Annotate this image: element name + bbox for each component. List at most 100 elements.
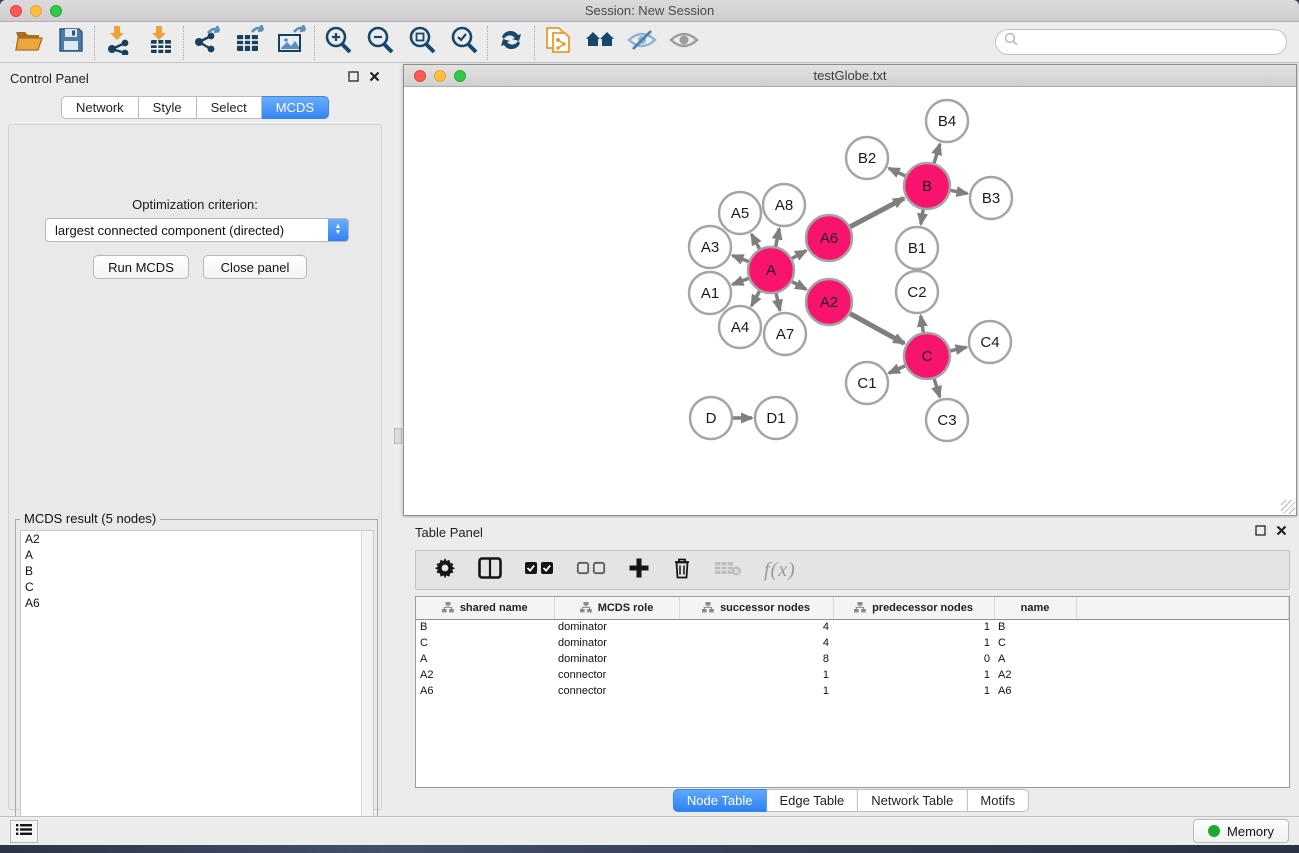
table-cell[interactable]: A bbox=[994, 651, 1076, 667]
float-panel-icon[interactable] bbox=[348, 69, 359, 87]
close-panel-button[interactable]: Close panel bbox=[203, 255, 307, 279]
tab-motifs[interactable]: Motifs bbox=[967, 789, 1029, 812]
graph-node-C2[interactable]: C2 bbox=[896, 271, 938, 313]
column-visibility-button[interactable] bbox=[478, 557, 502, 584]
mcds-result-item[interactable]: A6 bbox=[21, 595, 373, 611]
show-all-button[interactable] bbox=[667, 26, 701, 60]
delete-column-button[interactable] bbox=[672, 556, 692, 585]
node-table[interactable]: shared name MCDS role successor nodes pr… bbox=[415, 596, 1290, 788]
minimize-window-button[interactable] bbox=[30, 5, 42, 17]
table-cell[interactable]: dominator bbox=[554, 619, 679, 635]
graph-node-A6[interactable]: A6 bbox=[806, 215, 852, 261]
column-header-successor-nodes[interactable]: successor nodes bbox=[679, 597, 833, 619]
tab-node-table[interactable]: Node Table bbox=[673, 789, 767, 812]
graph-node-A2[interactable]: A2 bbox=[806, 279, 852, 325]
mcds-result-item[interactable]: A bbox=[21, 547, 373, 563]
table-cell[interactable]: 1 bbox=[679, 683, 833, 699]
table-settings-button[interactable] bbox=[434, 557, 456, 584]
float-panel-icon[interactable] bbox=[1255, 523, 1266, 541]
select-all-rows-button[interactable] bbox=[524, 560, 554, 581]
tab-mcds[interactable]: MCDS bbox=[262, 96, 329, 119]
close-window-button[interactable] bbox=[10, 5, 22, 17]
column-header-mcds-role[interactable]: MCDS role bbox=[554, 597, 679, 619]
tab-style[interactable]: Style bbox=[139, 96, 197, 119]
first-neighbors-button[interactable] bbox=[583, 26, 617, 60]
graph-node-B[interactable]: B bbox=[904, 163, 950, 209]
hide-selected-button[interactable] bbox=[625, 26, 659, 60]
graph-node-B4[interactable]: B4 bbox=[926, 100, 968, 142]
graph-node-A8[interactable]: A8 bbox=[763, 184, 805, 226]
table-cell[interactable]: 4 bbox=[679, 635, 833, 651]
export-image-button[interactable] bbox=[274, 26, 308, 60]
table-cell[interactable]: A6 bbox=[416, 683, 554, 699]
table-cell[interactable]: 8 bbox=[679, 651, 833, 667]
table-row[interactable]: A2connector11A2 bbox=[416, 667, 1289, 683]
table-cell[interactable]: dominator bbox=[554, 651, 679, 667]
table-cell[interactable]: C bbox=[994, 635, 1076, 651]
graph-node-B2[interactable]: B2 bbox=[846, 137, 888, 179]
table-row[interactable]: Adominator80A bbox=[416, 651, 1289, 667]
column-header-shared-name[interactable]: shared name bbox=[416, 597, 554, 619]
graph-node-A5[interactable]: A5 bbox=[719, 192, 761, 234]
maximize-window-button[interactable] bbox=[50, 5, 62, 17]
import-table-button[interactable] bbox=[143, 26, 177, 60]
graph-node-A3[interactable]: A3 bbox=[689, 226, 731, 268]
zoom-fit-button[interactable] bbox=[405, 26, 439, 60]
zoom-in-button[interactable] bbox=[321, 26, 355, 60]
resize-grip-icon[interactable] bbox=[1281, 500, 1295, 514]
mcds-result-item[interactable]: C bbox=[21, 579, 373, 595]
table-cell[interactable]: 4 bbox=[679, 619, 833, 635]
search-input[interactable] bbox=[995, 29, 1287, 55]
graph-node-B3[interactable]: B3 bbox=[970, 177, 1012, 219]
network-close-button[interactable] bbox=[414, 70, 426, 82]
graph-node-A1[interactable]: A1 bbox=[689, 272, 731, 314]
mcds-result-item[interactable]: B bbox=[21, 563, 373, 579]
table-cell[interactable]: connector bbox=[554, 683, 679, 699]
graph-node-D[interactable]: D bbox=[690, 397, 732, 439]
graph-node-A[interactable]: A bbox=[748, 247, 794, 293]
graph-node-C1[interactable]: C1 bbox=[846, 362, 888, 404]
zoom-selected-button[interactable] bbox=[447, 26, 481, 60]
save-session-button[interactable] bbox=[54, 26, 88, 60]
run-mcds-button[interactable]: Run MCDS bbox=[93, 255, 189, 279]
result-list-scrollbar[interactable] bbox=[361, 531, 373, 845]
table-cell[interactable]: A2 bbox=[994, 667, 1076, 683]
graph-node-C[interactable]: C bbox=[904, 333, 950, 379]
table-cell[interactable]: B bbox=[416, 619, 554, 635]
memory-button[interactable]: Memory bbox=[1193, 819, 1289, 843]
table-cell[interactable]: B bbox=[994, 619, 1076, 635]
mcds-result-list[interactable]: A2ABCA6 bbox=[20, 530, 374, 845]
table-cell[interactable]: A bbox=[416, 651, 554, 667]
deselect-all-rows-button[interactable] bbox=[576, 560, 606, 581]
table-row[interactable]: Cdominator41C bbox=[416, 635, 1289, 651]
table-cell[interactable]: connector bbox=[554, 667, 679, 683]
tab-network-table[interactable]: Network Table bbox=[858, 789, 967, 812]
add-column-button[interactable] bbox=[628, 557, 650, 584]
open-file-button[interactable] bbox=[12, 26, 46, 60]
table-cell[interactable]: dominator bbox=[554, 635, 679, 651]
column-header-predecessor-nodes[interactable]: predecessor nodes bbox=[833, 597, 994, 619]
network-maximize-button[interactable] bbox=[454, 70, 466, 82]
graph-node-C3[interactable]: C3 bbox=[926, 399, 968, 441]
table-cell[interactable]: 1 bbox=[833, 635, 994, 651]
graph-node-D1[interactable]: D1 bbox=[755, 397, 797, 439]
zoom-out-button[interactable] bbox=[363, 26, 397, 60]
network-minimize-button[interactable] bbox=[434, 70, 446, 82]
graph-node-C4[interactable]: C4 bbox=[969, 321, 1011, 363]
table-cell[interactable]: C bbox=[416, 635, 554, 651]
table-row[interactable]: A6connector11A6 bbox=[416, 683, 1289, 699]
table-cell[interactable]: A6 bbox=[994, 683, 1076, 699]
tab-select[interactable]: Select bbox=[197, 96, 262, 119]
graph-node-B1[interactable]: B1 bbox=[896, 227, 938, 269]
import-network-button[interactable] bbox=[101, 26, 135, 60]
close-panel-icon[interactable] bbox=[1276, 523, 1287, 541]
close-panel-icon[interactable] bbox=[369, 69, 380, 87]
table-cell[interactable]: 1 bbox=[679, 667, 833, 683]
panel-divider-grip[interactable] bbox=[394, 428, 402, 444]
column-header-name[interactable]: name bbox=[994, 597, 1076, 619]
graph-node-A7[interactable]: A7 bbox=[764, 313, 806, 355]
task-history-button[interactable] bbox=[10, 820, 38, 843]
table-cell[interactable]: 1 bbox=[833, 667, 994, 683]
network-window-titlebar[interactable]: testGlobe.txt bbox=[404, 65, 1296, 87]
tab-edge-table[interactable]: Edge Table bbox=[766, 789, 858, 812]
